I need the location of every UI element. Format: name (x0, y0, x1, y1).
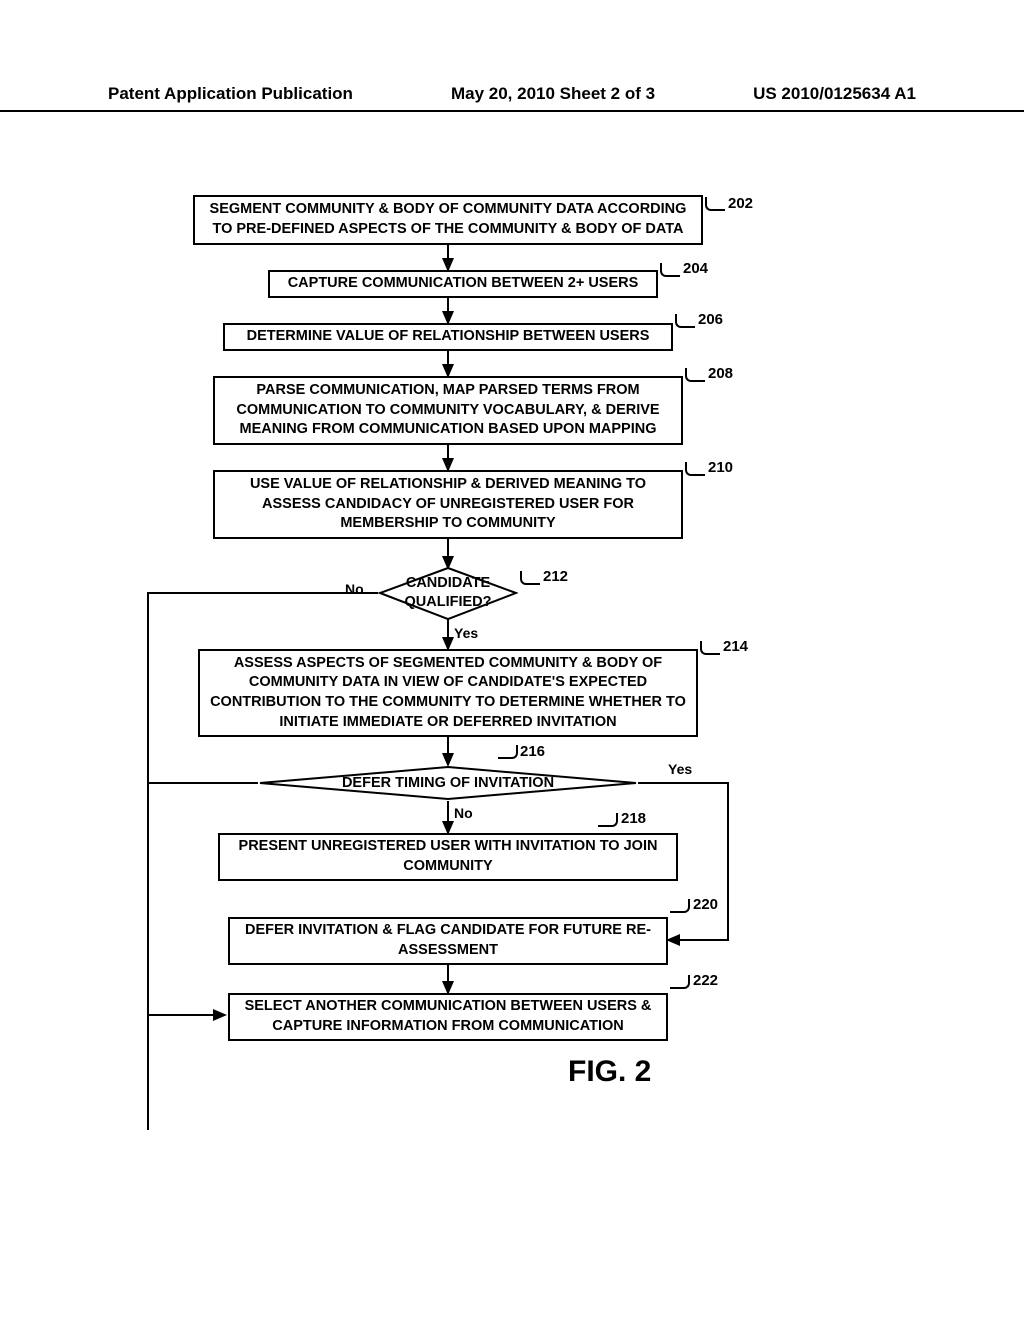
ref-216: 216 (520, 743, 545, 760)
step-218: PRESENT UNREGISTERED USER WITH INVITATIO… (218, 833, 678, 881)
step-220-text: DEFER INVITATION & FLAG CANDIDATE FOR FU… (240, 921, 656, 960)
ref-220: 220 (693, 896, 718, 913)
hook-icon (705, 197, 725, 211)
hook-icon (700, 641, 720, 655)
ref-208: 208 (708, 365, 733, 382)
ref-204: 204 (683, 260, 708, 277)
step-214-text: ASSESS ASPECTS OF SEGMENTED COMMUNITY & … (210, 654, 686, 732)
decision-212-text: CANDIDATE QUALIFIED? (393, 572, 503, 614)
step-208: PARSE COMMUNICATION, MAP PARSED TERMS FR… (213, 376, 683, 445)
step-206: DETERMINE VALUE OF RELATIONSHIP BETWEEN … (223, 323, 673, 351)
page-header: Patent Application Publication May 20, 2… (0, 84, 1024, 112)
step-220: DEFER INVITATION & FLAG CANDIDATE FOR FU… (228, 917, 668, 965)
hook-icon (498, 745, 518, 759)
hook-icon (670, 899, 690, 913)
label-yes-216: Yes (668, 761, 692, 777)
label-yes: Yes (454, 625, 478, 641)
label-no: No (345, 581, 364, 597)
hook-icon (685, 368, 705, 382)
step-204-text: CAPTURE COMMUNICATION BETWEEN 2+ USERS (288, 274, 639, 294)
ref-212: 212 (543, 568, 568, 585)
step-210-text: USE VALUE OF RELATIONSHIP & DERIVED MEAN… (225, 475, 671, 534)
header-center: May 20, 2010 Sheet 2 of 3 (451, 84, 655, 104)
ref-214: 214 (723, 638, 748, 655)
step-202: SEGMENT COMMUNITY & BODY OF COMMUNITY DA… (193, 195, 703, 245)
ref-222: 222 (693, 972, 718, 989)
hook-icon (685, 462, 705, 476)
step-218-text: PRESENT UNREGISTERED USER WITH INVITATIO… (230, 837, 666, 876)
hook-icon (520, 571, 540, 585)
step-210: USE VALUE OF RELATIONSHIP & DERIVED MEAN… (213, 470, 683, 539)
ref-218: 218 (621, 810, 646, 827)
step-208-text: PARSE COMMUNICATION, MAP PARSED TERMS FR… (225, 381, 671, 440)
step-214: ASSESS ASPECTS OF SEGMENTED COMMUNITY & … (198, 649, 698, 737)
step-206-text: DETERMINE VALUE OF RELATIONSHIP BETWEEN … (247, 327, 650, 347)
hook-icon (675, 314, 695, 328)
ref-210: 210 (708, 459, 733, 476)
header-left: Patent Application Publication (108, 84, 353, 104)
hook-icon (598, 813, 618, 827)
figure-label: FIG. 2 (568, 1055, 651, 1089)
step-222: SELECT ANOTHER COMMUNICATION BETWEEN USE… (228, 993, 668, 1041)
hook-icon (660, 263, 680, 277)
hook-icon (670, 975, 690, 989)
ref-202: 202 (728, 195, 753, 212)
flowchart: SEGMENT COMMUNITY & BODY OF COMMUNITY DA… (108, 195, 848, 1155)
step-202-text: SEGMENT COMMUNITY & BODY OF COMMUNITY DA… (205, 200, 691, 239)
decision-216-text: DEFER TIMING OF INVITATION (328, 773, 568, 793)
step-222-text: SELECT ANOTHER COMMUNICATION BETWEEN USE… (240, 997, 656, 1036)
label-no-216: No (454, 805, 473, 821)
header-right: US 2010/0125634 A1 (753, 84, 916, 104)
ref-206: 206 (698, 311, 723, 328)
step-204: CAPTURE COMMUNICATION BETWEEN 2+ USERS (268, 270, 658, 298)
